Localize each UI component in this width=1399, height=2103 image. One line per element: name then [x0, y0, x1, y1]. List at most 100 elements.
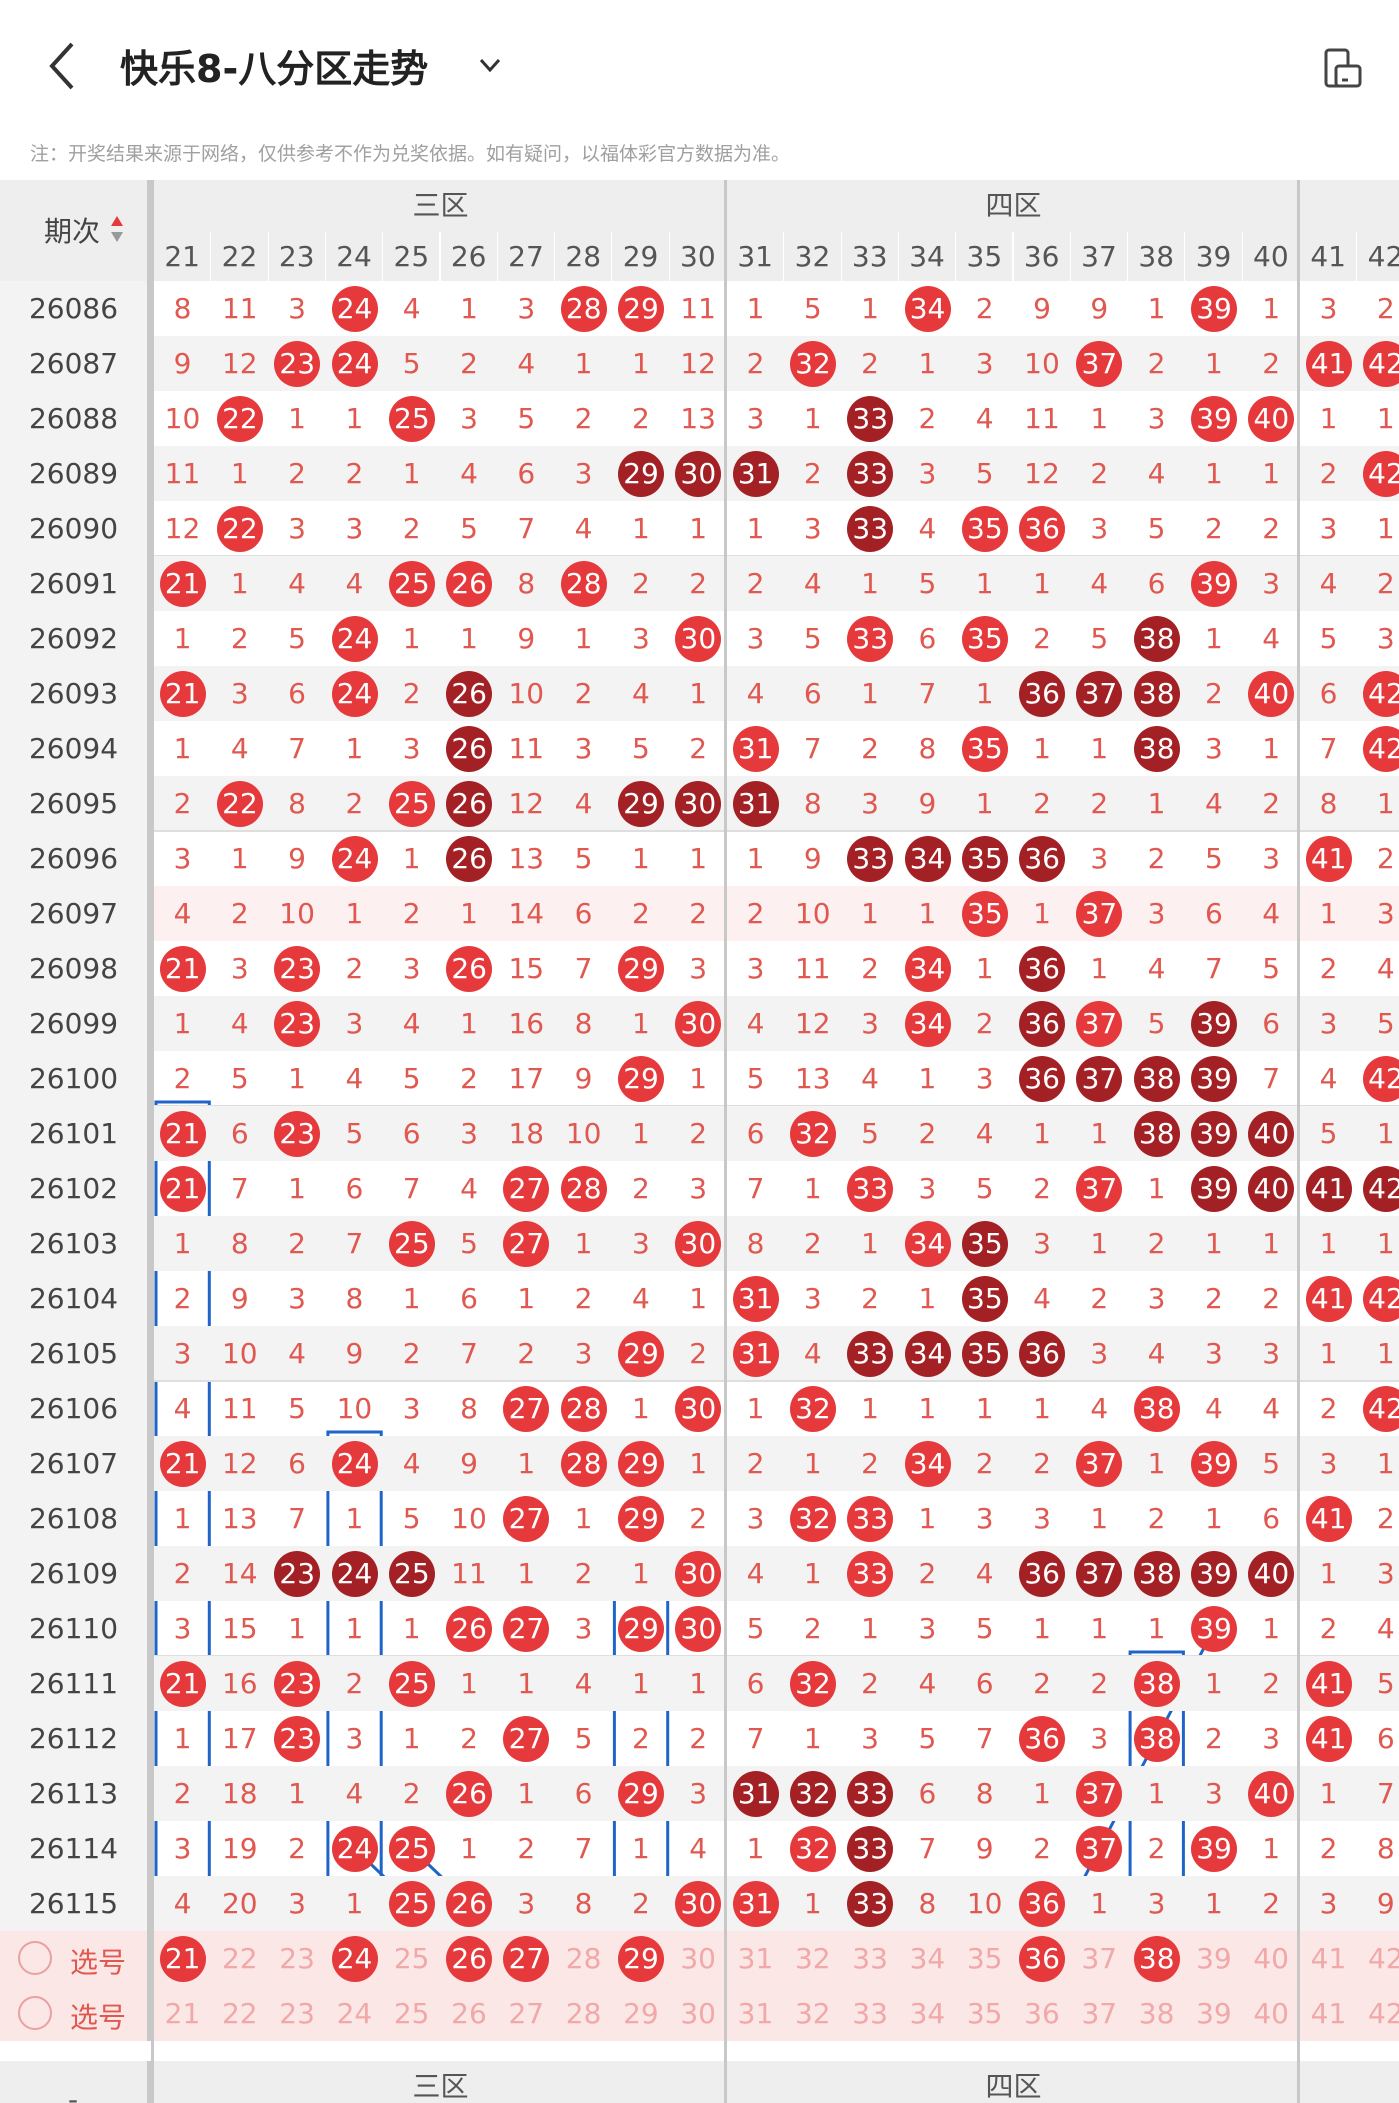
pick-number-cell[interactable]: 21 [154, 1986, 211, 2041]
number-ball: 21 [159, 670, 206, 717]
pick-number-cell[interactable]: 42 [1357, 1931, 1399, 1986]
back-arrow-icon[interactable] [40, 36, 84, 96]
pick-number-cell[interactable]: 31 [727, 1931, 784, 1986]
selected-number-cell[interactable]: 24 [326, 1931, 383, 1986]
selected-number-ball[interactable]: 36 [1019, 1935, 1066, 1982]
pick-number-cell[interactable]: 23 [269, 1986, 326, 2041]
pick-number-cell[interactable]: 34 [899, 1931, 956, 1986]
selected-number-cell[interactable]: 27 [498, 1931, 555, 1986]
number-ball: 21 [159, 1165, 206, 1212]
drawn-number-cell: 21 [154, 666, 211, 721]
pick-number-cell[interactable]: 37 [1071, 1931, 1128, 1986]
selected-number-ball[interactable]: 27 [503, 1935, 550, 1982]
miss-count-cell: 2 [173, 1062, 192, 1095]
pick-number-cell[interactable]: 24 [326, 1986, 383, 2041]
drawn-number-cell: 22 [211, 776, 268, 831]
pick-number-cell[interactable]: 33 [842, 1931, 899, 1986]
miss-count-cell: 4 [402, 292, 421, 325]
sort-icon[interactable] [110, 214, 124, 244]
miss-count-cell: 4 [173, 1392, 192, 1425]
miss-count-cell: 3 [345, 512, 364, 545]
number-ball: 42 [1362, 1385, 1399, 1432]
pick-number-cell[interactable]: 39 [1185, 1986, 1242, 2041]
pick-number-cell[interactable]: 28 [555, 1986, 612, 2041]
drawn-number-cell: 36 [1014, 996, 1071, 1051]
miss-count-cell: 1 [1090, 402, 1109, 435]
miss-count-cell: 4 [574, 1667, 593, 1700]
miss-count-cell: 1 [975, 1392, 994, 1425]
pick-number-cell[interactable]: 42 [1357, 1986, 1399, 2041]
number-ball: 33 [847, 1165, 894, 1212]
pick-number-cell[interactable]: 40 [1243, 1986, 1300, 2041]
select-radio[interactable] [18, 1996, 52, 2030]
table-row: 26086 8 11 3 24 4 1 3 28 29 11 1 5 1 34 2 9 9 1 39 1 3 2 [0, 281, 1399, 336]
pick-number-cell[interactable]: 40 [1243, 1931, 1300, 1986]
pick-number-cell[interactable]: 33 [842, 1986, 899, 2041]
miss-count-cell: 1 [689, 1062, 708, 1095]
selected-number-ball[interactable]: 29 [618, 1935, 665, 1982]
miss-count-cell: 2 [345, 457, 364, 490]
pick-number-cell[interactable]: 30 [670, 1931, 727, 1986]
miss-count-cell: 1 [288, 1777, 306, 1810]
period-header[interactable]: 期次 [0, 180, 151, 281]
pick-number-cell[interactable]: 26 [441, 1986, 498, 2041]
selected-number-cell[interactable]: 36 [1014, 1931, 1071, 1986]
selected-number-cell[interactable]: 21 [154, 1931, 211, 1986]
pick-number-cell[interactable]: 30 [670, 1986, 727, 2041]
selected-number-cell[interactable]: 38 [1128, 1931, 1185, 1986]
selected-number-ball[interactable]: 21 [159, 1935, 206, 1982]
pick-number-cell[interactable]: 32 [784, 1986, 841, 2041]
pick-number-cell[interactable]: 35 [956, 1986, 1013, 2041]
period-number: 26106 [0, 1381, 151, 1436]
miss-count-cell: 15 [221, 1612, 258, 1645]
number-ball: 37 [1076, 1165, 1123, 1212]
pick-number-cell[interactable]: 27 [498, 1986, 555, 2041]
layout-switch-icon[interactable] [1318, 44, 1366, 92]
selected-number-ball[interactable]: 38 [1133, 1935, 1180, 1982]
number-ball: 36 [1019, 1880, 1066, 1927]
pick-number-cell[interactable]: 34 [899, 1986, 956, 2041]
pick-number-cell[interactable]: 22 [211, 1986, 268, 2041]
pick-number-cell[interactable]: 31 [727, 1986, 784, 2041]
drawn-number-cell: 28 [555, 1436, 612, 1491]
pick-number-cell[interactable]: 29 [612, 1986, 669, 2041]
pick-number-cell[interactable]: 41 [1300, 1986, 1357, 2041]
miss-count-cell: 1 [1033, 1612, 1051, 1645]
drawn-number-cell: 36 [1014, 1326, 1071, 1381]
pick-number-cell[interactable]: 39 [1185, 1931, 1242, 1986]
number-ball: 29 [618, 780, 665, 827]
pick-row[interactable]: 选号 21 22 23 24 25 26 27 28 29 30 31 32 33 34 35 36 37 38 39… [0, 1931, 1399, 1986]
miss-count-cell: 4 [803, 1337, 822, 1370]
drawn-number-cell: 38 [1128, 1546, 1185, 1601]
selected-number-cell[interactable]: 26 [441, 1931, 498, 1986]
table-row: 26110 3 15 1 1 1 26 27 3 29 30 5 2 1 3 5 1 1 1 39 1 2 4 [0, 1601, 1399, 1656]
miss-count-cell: 3 [1376, 897, 1395, 930]
pick-number-cell[interactable]: 22 [211, 1931, 268, 1986]
miss-count-cell: 6 [460, 1282, 478, 1315]
pick-number-cell[interactable]: 23 [269, 1931, 326, 1986]
pick-number-cell[interactable]: 35 [956, 1931, 1013, 1986]
column-number: 27 [497, 232, 556, 281]
miss-count-cell: 5 [574, 1722, 593, 1755]
number-ball: 26 [446, 835, 493, 882]
pick-number-cell[interactable]: 28 [555, 1931, 612, 1986]
column-number: 32 [784, 232, 842, 281]
select-radio[interactable] [18, 1941, 52, 1975]
pick-number-cell[interactable]: 36 [1014, 1986, 1071, 2041]
pick-number-cell[interactable]: 25 [383, 1986, 440, 2041]
pick-row[interactable]: 选号 21 22 23 24 25 26 27 28 29 30 31 32 33 34 35 36 37 38 39… [0, 1986, 1399, 2041]
pick-number-cell[interactable]: 37 [1071, 1986, 1128, 2041]
pick-number-cell[interactable]: 25 [383, 1931, 440, 1986]
chevron-down-icon[interactable] [475, 50, 505, 80]
selected-number-ball[interactable]: 26 [446, 1935, 493, 1982]
selected-number-ball[interactable]: 24 [331, 1935, 378, 1982]
number-ball: 41 [1305, 1165, 1352, 1212]
miss-count-cell: 2 [1033, 787, 1051, 820]
selected-number-cell[interactable]: 29 [612, 1931, 669, 1986]
miss-count-cell: 2 [689, 1502, 708, 1535]
miss-count-cell: 2 [861, 1447, 879, 1480]
pick-number-cell[interactable]: 38 [1128, 1986, 1185, 2041]
pick-number-cell[interactable]: 32 [784, 1931, 841, 1986]
number-ball: 28 [560, 560, 607, 607]
pick-number-cell[interactable]: 41 [1300, 1931, 1357, 1986]
